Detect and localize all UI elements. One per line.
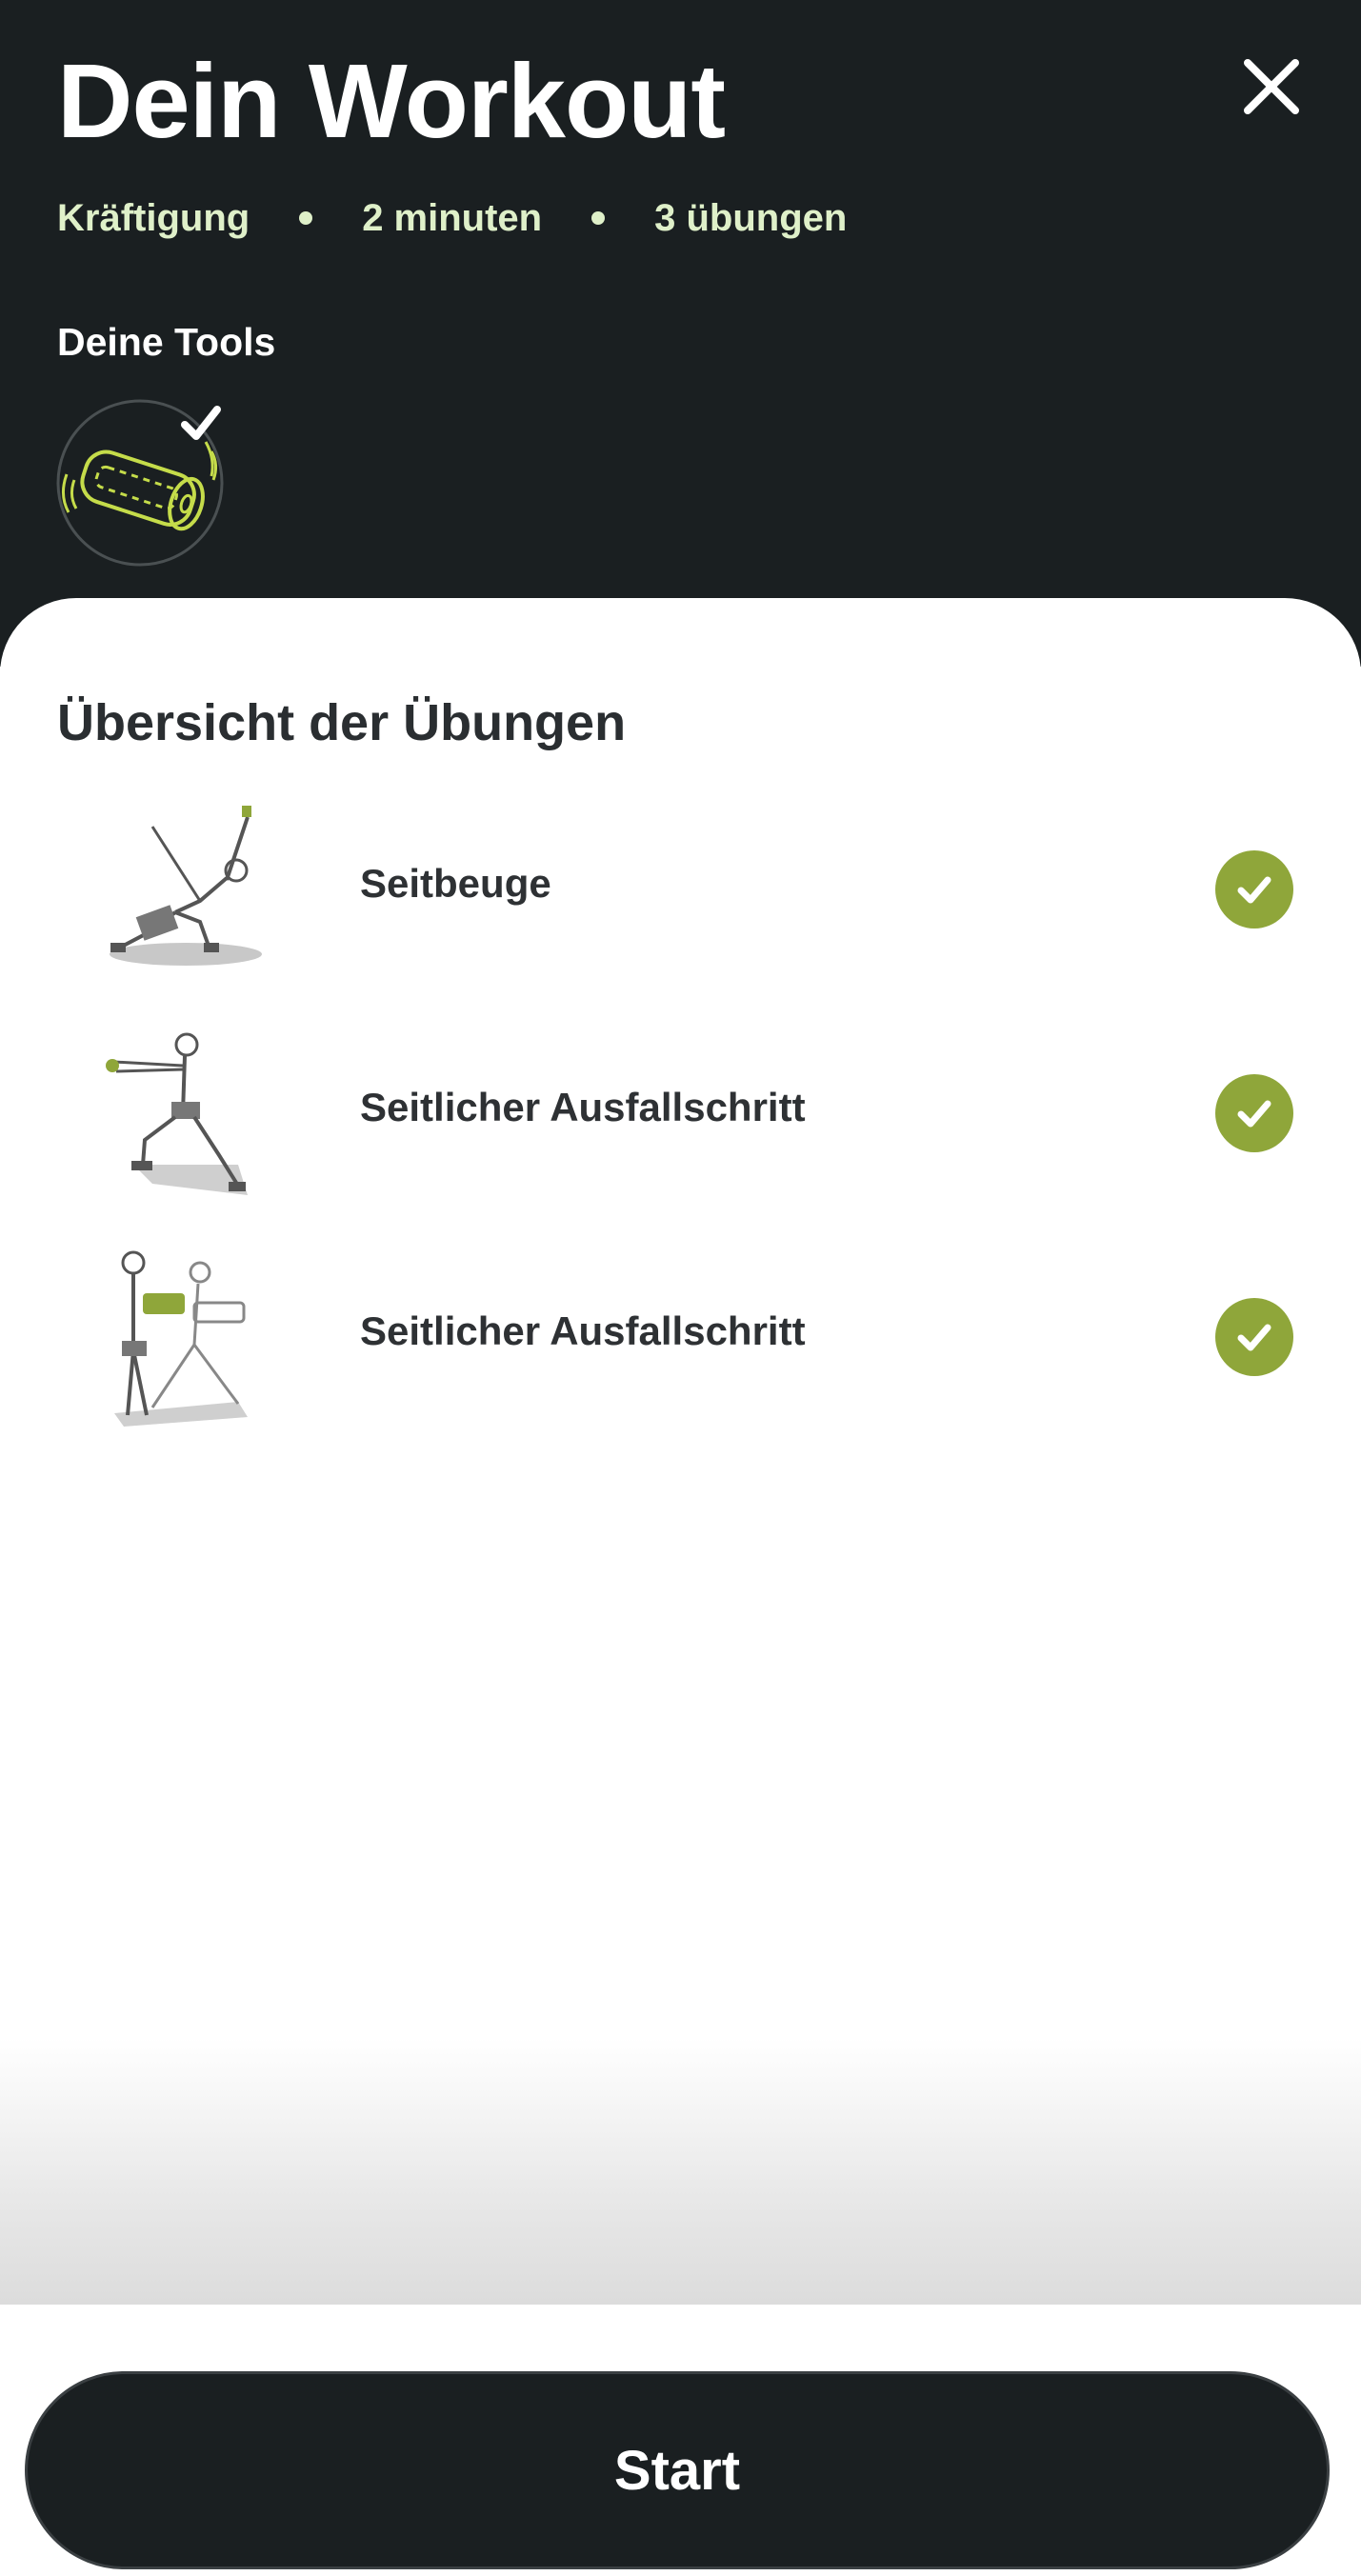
exercise-name: Seitlicher Ausfallschritt: [360, 1308, 806, 1353]
bottom-bar: Start: [0, 2305, 1361, 2576]
close-icon: [1244, 59, 1299, 114]
check-icon: [1237, 1324, 1271, 1351]
meta-separator: [299, 211, 313, 225]
exercise-illustration: [95, 1246, 276, 1427]
exercise-row[interactable]: Seitlicher Ausfallschritt: [0, 1246, 1361, 1427]
exercise-illustration: [95, 798, 276, 979]
meta-separator: [591, 211, 606, 225]
start-button[interactable]: Start: [25, 2371, 1330, 2569]
scroll-fade: [0, 2038, 1361, 2305]
exercise-row[interactable]: Seitlicher Ausfallschritt: [0, 1022, 1361, 1203]
exercise-name: Seitbeuge: [360, 861, 551, 906]
exercise-status: [1215, 1074, 1293, 1152]
page-title: Dein Workout: [57, 43, 726, 160]
exercise-row[interactable]: Seitbeuge: [0, 798, 1361, 979]
check-icon: [1237, 1100, 1271, 1128]
tool-item-foam-roller[interactable]: [55, 396, 229, 569]
workout-header: Dein Workout Kräftigung 2 minuten 3 übun…: [0, 0, 1361, 667]
exercise-illustration: [95, 1022, 276, 1203]
exercise-status: [1215, 1298, 1293, 1376]
foam-roller-icon: [56, 399, 224, 567]
workout-meta: Kräftigung 2 minuten 3 übungen: [57, 194, 847, 242]
workout-screen: Dein Workout Kräftigung 2 minuten 3 übun…: [0, 0, 1361, 2576]
exercise-name: Seitlicher Ausfallschritt: [360, 1085, 806, 1129]
meta-category: Kräftigung: [57, 196, 250, 239]
meta-exercise-count: 3 übungen: [654, 196, 848, 239]
section-title: Übersicht der Übungen: [57, 694, 627, 751]
meta-duration: 2 minuten: [362, 196, 543, 239]
tools-label: Deine Tools: [57, 320, 276, 364]
close-button[interactable]: [1238, 53, 1305, 120]
exercise-status: [1215, 850, 1293, 929]
check-icon: [1237, 876, 1271, 904]
